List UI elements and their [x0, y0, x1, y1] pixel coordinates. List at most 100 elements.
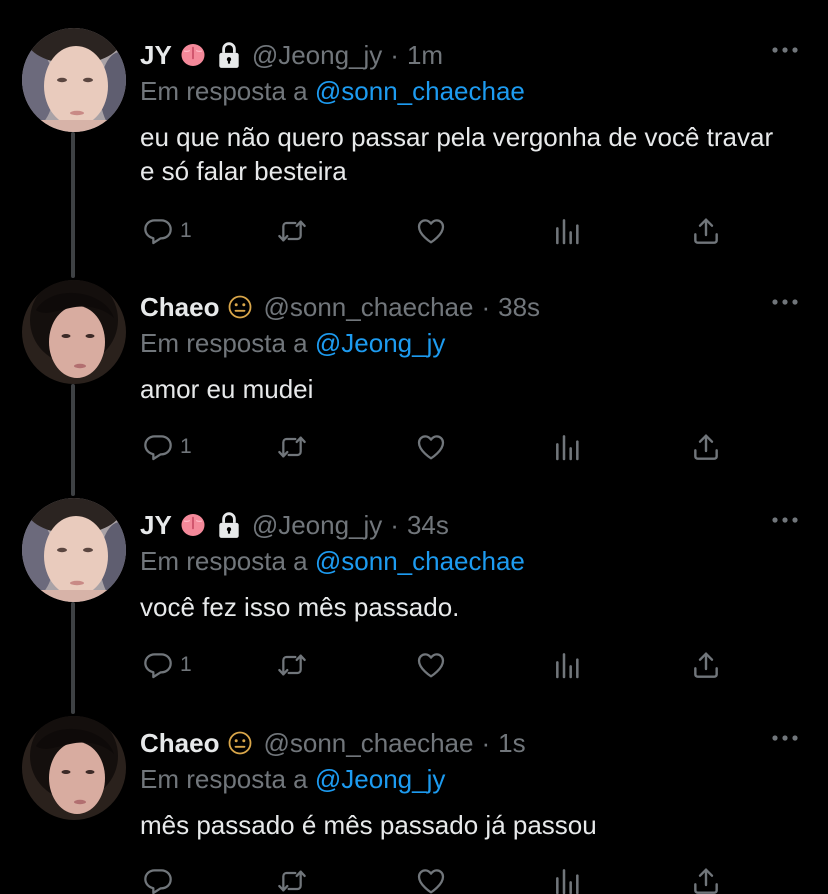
retweet-button[interactable]: [276, 864, 308, 894]
tweet-text: você fez isso mês passado.: [140, 592, 460, 622]
reply-icon: [142, 215, 174, 247]
more-options-icon[interactable]: [772, 734, 798, 742]
avatar[interactable]: [22, 716, 126, 820]
timestamp[interactable]: 1m: [407, 40, 443, 71]
tweet-header: Chaeo @sonn_chaechae · 38s: [140, 290, 540, 324]
analytics-button[interactable]: [552, 648, 584, 682]
retweet-icon: [276, 215, 308, 247]
share-icon: [690, 865, 722, 894]
retweet-icon: [276, 431, 308, 463]
reply-button[interactable]: 1: [142, 214, 192, 248]
tweet[interactable]: JY @Jeong_jy · 34s Em resposta a @sonn_c…: [0, 494, 828, 712]
reply-prefix: Em resposta a: [140, 764, 308, 794]
avatar[interactable]: [22, 280, 126, 384]
separator-dot: ·: [481, 291, 491, 322]
tweet-text: mês passado é mês passado já passou: [140, 810, 597, 840]
reply-prefix: Em resposta a: [140, 546, 308, 576]
reply-icon: [142, 649, 174, 681]
analytics-button[interactable]: [552, 430, 584, 464]
tweet[interactable]: Chaeo @sonn_chaechae · 38s Em resposta a…: [0, 276, 828, 494]
display-name[interactable]: JY: [140, 510, 172, 541]
heart-icon: [415, 431, 447, 463]
heart-icon: [415, 865, 447, 894]
user-handle[interactable]: @Jeong_jy: [252, 510, 382, 541]
reply-mention[interactable]: @sonn_chaechae: [315, 546, 525, 576]
lock-icon: [216, 41, 242, 69]
display-name[interactable]: Chaeo: [140, 292, 219, 323]
reply-context: Em resposta a @Jeong_jy: [140, 328, 445, 359]
more-options-icon[interactable]: [772, 46, 798, 54]
like-button[interactable]: [415, 864, 447, 894]
heart-icon: [415, 215, 447, 247]
reply-prefix: Em resposta a: [140, 328, 308, 358]
share-button[interactable]: [690, 430, 722, 464]
analytics-button[interactable]: [552, 864, 584, 894]
reply-count: 1: [180, 219, 192, 242]
bar-chart-icon: [552, 649, 584, 681]
user-handle[interactable]: @Jeong_jy: [252, 40, 382, 71]
separator-dot: ·: [390, 509, 399, 540]
bar-chart-icon: [552, 865, 584, 894]
user-handle[interactable]: @sonn_chaechae: [263, 728, 473, 759]
reply-mention[interactable]: @Jeong_jy: [315, 764, 445, 794]
bar-chart-icon: [552, 431, 584, 463]
retweet-button[interactable]: [276, 214, 308, 248]
tongue-emoji-icon: [180, 512, 206, 538]
tweet-actions: 1: [140, 648, 740, 682]
more-options-icon[interactable]: [772, 298, 798, 306]
retweet-icon: [276, 649, 308, 681]
share-button[interactable]: [690, 214, 722, 248]
like-button[interactable]: [415, 214, 447, 248]
tweet-text: amor eu mudei: [140, 374, 314, 404]
reply-button[interactable]: 1: [142, 648, 192, 682]
tweet-thread: JY @Jeong_jy · 1m Em resposta a @sonn_ch…: [0, 0, 828, 894]
tweet-header: Chaeo @sonn_chaechae · 1s: [140, 726, 526, 760]
display-name[interactable]: Chaeo: [140, 728, 219, 759]
retweet-button[interactable]: [276, 648, 308, 682]
share-button[interactable]: [690, 648, 722, 682]
timestamp[interactable]: 34s: [407, 510, 449, 541]
timestamp[interactable]: 1s: [498, 728, 525, 759]
reply-mention[interactable]: @Jeong_jy: [315, 328, 445, 358]
like-button[interactable]: [415, 648, 447, 682]
more-options-icon[interactable]: [772, 516, 798, 524]
reply-context: Em resposta a @sonn_chaechae: [140, 546, 525, 577]
tweet-actions: 1: [140, 430, 740, 464]
tweet[interactable]: JY @Jeong_jy · 1m Em resposta a @sonn_ch…: [0, 24, 828, 242]
share-icon: [690, 431, 722, 463]
reply-prefix: Em resposta a: [140, 76, 308, 106]
reply-count: 1: [180, 435, 192, 458]
reply-mention[interactable]: @sonn_chaechae: [315, 76, 525, 106]
like-button[interactable]: [415, 430, 447, 464]
separator-dot: ·: [481, 727, 491, 758]
reply-button[interactable]: 1: [142, 430, 192, 464]
reply-icon: [142, 431, 174, 463]
share-icon: [690, 649, 722, 681]
reply-icon: [142, 865, 174, 894]
timestamp[interactable]: 38s: [498, 292, 540, 323]
reply-context: Em resposta a @Jeong_jy: [140, 764, 445, 795]
user-handle[interactable]: @sonn_chaechae: [263, 292, 473, 323]
tweet-header: JY @Jeong_jy · 34s: [140, 508, 449, 542]
lock-icon: [216, 511, 242, 539]
retweet-icon: [276, 865, 308, 894]
analytics-button[interactable]: [552, 214, 584, 248]
tweet-header: JY @Jeong_jy · 1m: [140, 38, 443, 72]
tweet-text: eu que não quero passar pela vergonha de…: [140, 122, 774, 186]
smiley-emoji-icon: [227, 730, 253, 756]
reply-context: Em resposta a @sonn_chaechae: [140, 76, 525, 107]
smiley-emoji-icon: [227, 294, 253, 320]
avatar[interactable]: [22, 498, 126, 602]
tweet-actions: 1: [140, 214, 740, 248]
tweet[interactable]: Chaeo @sonn_chaechae · 1s Em resposta a …: [0, 712, 828, 894]
reply-button[interactable]: [142, 864, 180, 894]
tweet-actions: [140, 864, 740, 894]
reply-count: 1: [180, 653, 192, 676]
share-button[interactable]: [690, 864, 722, 894]
separator-dot: ·: [390, 39, 399, 70]
bar-chart-icon: [552, 215, 584, 247]
retweet-button[interactable]: [276, 430, 308, 464]
tongue-emoji-icon: [180, 42, 206, 68]
display-name[interactable]: JY: [140, 40, 172, 71]
avatar[interactable]: [22, 28, 126, 132]
